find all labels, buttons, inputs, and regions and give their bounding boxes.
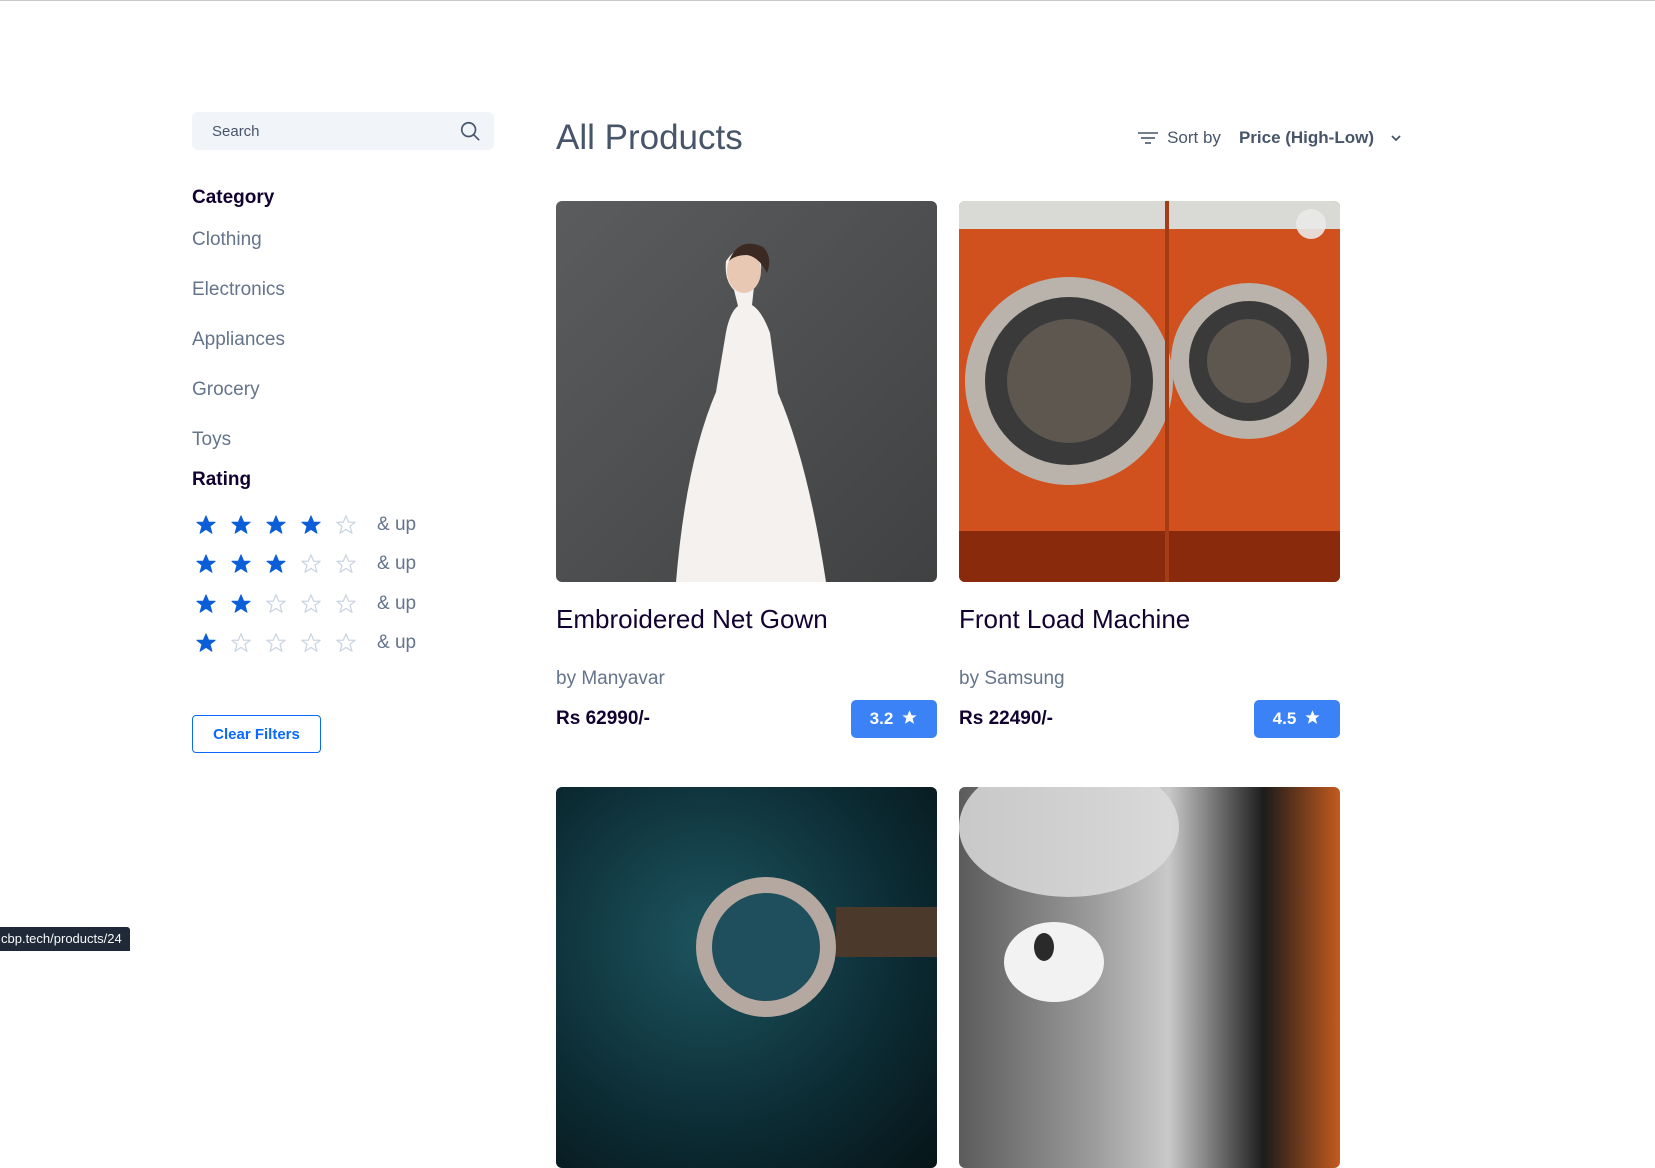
star-group [192, 593, 367, 615]
product-image-earbuds[interactable] [959, 787, 1340, 1168]
star-empty-icon [265, 632, 287, 654]
rating-filter-4[interactable]: & up [192, 505, 496, 545]
star-filled-icon [230, 514, 252, 536]
star-empty-icon [335, 593, 357, 615]
category-item-electronics[interactable]: Electronics [192, 265, 496, 315]
search-icon[interactable] [458, 119, 482, 143]
star-empty-icon [335, 553, 357, 575]
star-filled-icon [195, 553, 217, 575]
star-group [192, 553, 367, 575]
category-list: Clothing Electronics Appliances Grocery … [192, 215, 496, 465]
category-heading: Category [192, 187, 275, 208]
star-group [192, 514, 367, 536]
product-image-gown[interactable] [556, 201, 937, 582]
product-card[interactable]: Embroidered Net Gown by Manyavar Rs 6299… [556, 201, 937, 738]
status-bar-url: cbp.tech/products/24 [0, 927, 130, 951]
star-icon [1304, 709, 1321, 726]
search-bar [192, 112, 494, 150]
rating-filter-list: & up & up & up & up [192, 505, 496, 663]
product-title[interactable]: Front Load Machine [959, 604, 1340, 644]
star-empty-icon [300, 553, 322, 575]
sort-dropdown[interactable]: Sort by Price (High-Low) [1137, 128, 1402, 148]
product-image-watch[interactable] [556, 787, 937, 1168]
products-header: All Products Sort by Price (High-Low) [556, 112, 1402, 164]
chevron-down-icon[interactable] [1390, 133, 1402, 143]
gown-illustration [676, 243, 826, 582]
sort-selected-value[interactable]: Price (High-Low) [1239, 128, 1374, 148]
top-border [0, 0, 1655, 1]
rating-filter-1[interactable]: & up [192, 624, 496, 664]
rating-filter-2[interactable]: & up [192, 584, 496, 624]
star-filled-icon [230, 553, 252, 575]
rating-badge: 4.5 [1254, 700, 1340, 738]
product-card[interactable] [556, 787, 937, 1168]
star-filled-icon [195, 593, 217, 615]
rating-value: 4.5 [1272, 709, 1297, 728]
product-price: Rs 22490/- [959, 708, 1054, 729]
product-card[interactable]: Front Load Machine by Samsung Rs 22490/-… [959, 201, 1340, 738]
star-filled-icon [195, 514, 217, 536]
star-empty-icon [300, 632, 322, 654]
star-empty-icon [300, 593, 322, 615]
product-image-washing-machine[interactable] [959, 201, 1340, 582]
product-price: Rs 62990/- [556, 708, 651, 729]
rating-andup-label: & up [377, 592, 417, 614]
product-brand: by Manyavar [556, 668, 665, 689]
washing-machine-illustration [959, 201, 1340, 582]
products-section: All Products Sort by Price (High-Low) Em… [556, 112, 1402, 1168]
star-filled-icon [230, 593, 252, 615]
sort-label: Sort by [1167, 128, 1221, 147]
product-brand: by Samsung [959, 668, 1065, 689]
filters-sidebar: Category Clothing Electronics Appliances… [192, 112, 496, 753]
rating-heading: Rating [192, 469, 252, 490]
search-input[interactable] [212, 122, 458, 140]
watch-illustration [696, 877, 937, 1017]
star-empty-icon [335, 632, 357, 654]
star-filled-icon [265, 553, 287, 575]
product-title[interactable]: Embroidered Net Gown [556, 604, 937, 644]
page-title: All Products [556, 118, 743, 157]
product-card[interactable] [959, 787, 1340, 1168]
category-item-clothing[interactable]: Clothing [192, 215, 496, 265]
category-item-grocery[interactable]: Grocery [192, 365, 496, 415]
rating-andup-label: & up [377, 553, 417, 575]
earbuds-illustration [959, 787, 1179, 1002]
clear-filters-button[interactable]: Clear Filters [192, 715, 321, 753]
rating-value: 3.2 [869, 709, 894, 728]
star-filled-icon [265, 514, 287, 536]
rating-filter-3[interactable]: & up [192, 545, 496, 585]
star-filled-icon [300, 514, 322, 536]
star-group [192, 632, 367, 654]
star-icon [901, 709, 918, 726]
sort-lines-icon [1137, 130, 1159, 146]
star-filled-icon [195, 632, 217, 654]
rating-andup-label: & up [377, 513, 417, 535]
rating-badge: 3.2 [851, 700, 937, 738]
star-empty-icon [230, 632, 252, 654]
product-footer: Rs 22490/- 4.5 [959, 700, 1340, 738]
category-item-toys[interactable]: Toys [192, 415, 496, 465]
star-empty-icon [265, 593, 287, 615]
star-empty-icon [335, 514, 357, 536]
product-footer: Rs 62990/- 3.2 [556, 700, 937, 738]
rating-andup-label: & up [377, 632, 417, 654]
category-item-appliances[interactable]: Appliances [192, 315, 496, 365]
